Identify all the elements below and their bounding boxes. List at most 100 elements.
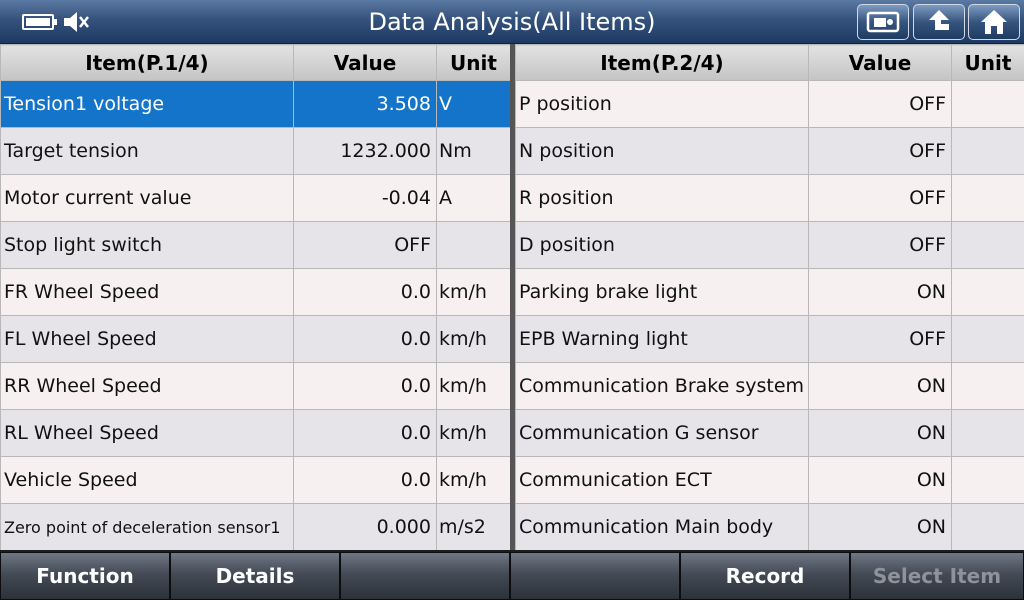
row-unit: km/h [436, 409, 511, 457]
table-row[interactable]: RL Wheel Speed 0.0 km/h [0, 409, 511, 457]
screenshot-button[interactable] [857, 4, 909, 40]
row-item: Tension1 voltage [0, 80, 294, 128]
table-row[interactable]: Communication Brake system ON [515, 362, 1024, 410]
row-value: 1232.000 [293, 127, 437, 175]
row-item: R position [515, 174, 809, 222]
column-header-value[interactable]: Value [293, 44, 437, 81]
row-unit [951, 503, 1024, 551]
home-icon [981, 10, 1007, 34]
row-unit [951, 456, 1024, 504]
row-unit [951, 362, 1024, 410]
row-unit: A [436, 174, 511, 222]
table-row[interactable]: Communication Main body ON [515, 503, 1024, 551]
column-header-value[interactable]: Value [808, 44, 952, 81]
row-value: 0.0 [293, 362, 437, 410]
row-unit: Nm [436, 127, 511, 175]
row-item: FR Wheel Speed [0, 268, 294, 316]
table-row[interactable]: Communication ECT ON [515, 456, 1024, 504]
row-unit: km/h [436, 268, 511, 316]
row-unit: km/h [436, 315, 511, 363]
row-value: ON [808, 362, 952, 410]
row-item: Vehicle Speed [0, 456, 294, 504]
bottom-toolbar: Function Details Record Select Item [0, 550, 1024, 600]
row-item: Zero point of deceleration sensor1 [0, 503, 294, 551]
table-row[interactable]: N position OFF [515, 127, 1024, 175]
table-row[interactable]: R position OFF [515, 174, 1024, 222]
row-value: 0.0 [293, 409, 437, 457]
back-button[interactable] [913, 4, 965, 40]
row-unit [951, 174, 1024, 222]
table-row[interactable]: Vehicle Speed 0.0 km/h [0, 456, 511, 504]
data-grid: Item(P.1/4) Value Unit Tension1 voltage … [0, 44, 1024, 551]
row-value: OFF [808, 221, 952, 269]
table-row[interactable]: D position OFF [515, 221, 1024, 269]
row-value: ON [808, 456, 952, 504]
empty-button-2[interactable] [510, 552, 680, 600]
table-row[interactable]: Target tension 1232.000 Nm [0, 127, 511, 175]
row-value: OFF [808, 127, 952, 175]
row-unit [951, 409, 1024, 457]
row-value: 0.0 [293, 456, 437, 504]
row-item: Communication Main body [515, 503, 809, 551]
row-value: 0.0 [293, 268, 437, 316]
row-value: OFF [293, 221, 437, 269]
row-unit [951, 315, 1024, 363]
table-row[interactable]: Tension1 voltage 3.508 V [0, 80, 511, 128]
row-item: Communication G sensor [515, 409, 809, 457]
table-row[interactable]: FR Wheel Speed 0.0 km/h [0, 268, 511, 316]
row-item: RL Wheel Speed [0, 409, 294, 457]
row-unit: km/h [436, 456, 511, 504]
table-row[interactable]: Zero point of deceleration sensor1 0.000… [0, 503, 511, 551]
row-value: ON [808, 268, 952, 316]
column-header-item[interactable]: Item(P.1/4) [0, 44, 294, 81]
row-value: ON [808, 503, 952, 551]
row-item: Communication Brake system [515, 362, 809, 410]
back-icon [929, 10, 949, 30]
row-item: EPB Warning light [515, 315, 809, 363]
table-row[interactable]: Stop light switch OFF [0, 221, 511, 269]
row-value: 0.0 [293, 315, 437, 363]
table-row[interactable]: Communication G sensor ON [515, 409, 1024, 457]
column-header-unit[interactable]: Unit [436, 44, 511, 81]
details-button[interactable]: Details [170, 552, 340, 600]
home-button[interactable] [968, 4, 1020, 40]
screenshot-icon [866, 11, 900, 33]
row-item: P position [515, 80, 809, 128]
row-value: ON [808, 409, 952, 457]
table-row[interactable]: EPB Warning light OFF [515, 315, 1024, 363]
row-item: RR Wheel Speed [0, 362, 294, 410]
column-header-item[interactable]: Item(P.2/4) [515, 44, 809, 81]
row-item: Communication ECT [515, 456, 809, 504]
row-unit [951, 127, 1024, 175]
row-item: Parking brake light [515, 268, 809, 316]
title-bar: Data Analysis(All Items) [0, 0, 1024, 44]
table-row[interactable]: RR Wheel Speed 0.0 km/h [0, 362, 511, 410]
row-item: N position [515, 127, 809, 175]
row-item: FL Wheel Speed [0, 315, 294, 363]
empty-button-1[interactable] [340, 552, 510, 600]
row-unit: m/s2 [436, 503, 511, 551]
row-item: Target tension [0, 127, 294, 175]
table-row[interactable]: Motor current value -0.04 A [0, 174, 511, 222]
right-data-table: Item(P.2/4) Value Unit P position OFF N … [515, 44, 1024, 551]
left-data-table: Item(P.1/4) Value Unit Tension1 voltage … [0, 44, 511, 551]
table-row[interactable]: Parking brake light ON [515, 268, 1024, 316]
row-unit [951, 268, 1024, 316]
table-row[interactable]: P position OFF [515, 80, 1024, 128]
row-item: D position [515, 221, 809, 269]
row-unit: km/h [436, 362, 511, 410]
row-unit [951, 221, 1024, 269]
row-value: 3.508 [293, 80, 437, 128]
row-item: Stop light switch [0, 221, 294, 269]
row-value: OFF [808, 80, 952, 128]
row-value: 0.000 [293, 503, 437, 551]
right-panel: Item(P.2/4) Value Unit P position OFF N … [515, 44, 1024, 551]
function-button[interactable]: Function [0, 552, 170, 600]
row-unit [436, 221, 511, 269]
record-button[interactable]: Record [680, 552, 850, 600]
column-header-unit[interactable]: Unit [951, 44, 1024, 81]
table-row[interactable]: FL Wheel Speed 0.0 km/h [0, 315, 511, 363]
select-item-button[interactable]: Select Item [850, 552, 1024, 600]
row-unit: V [436, 80, 511, 128]
row-unit [951, 80, 1024, 128]
